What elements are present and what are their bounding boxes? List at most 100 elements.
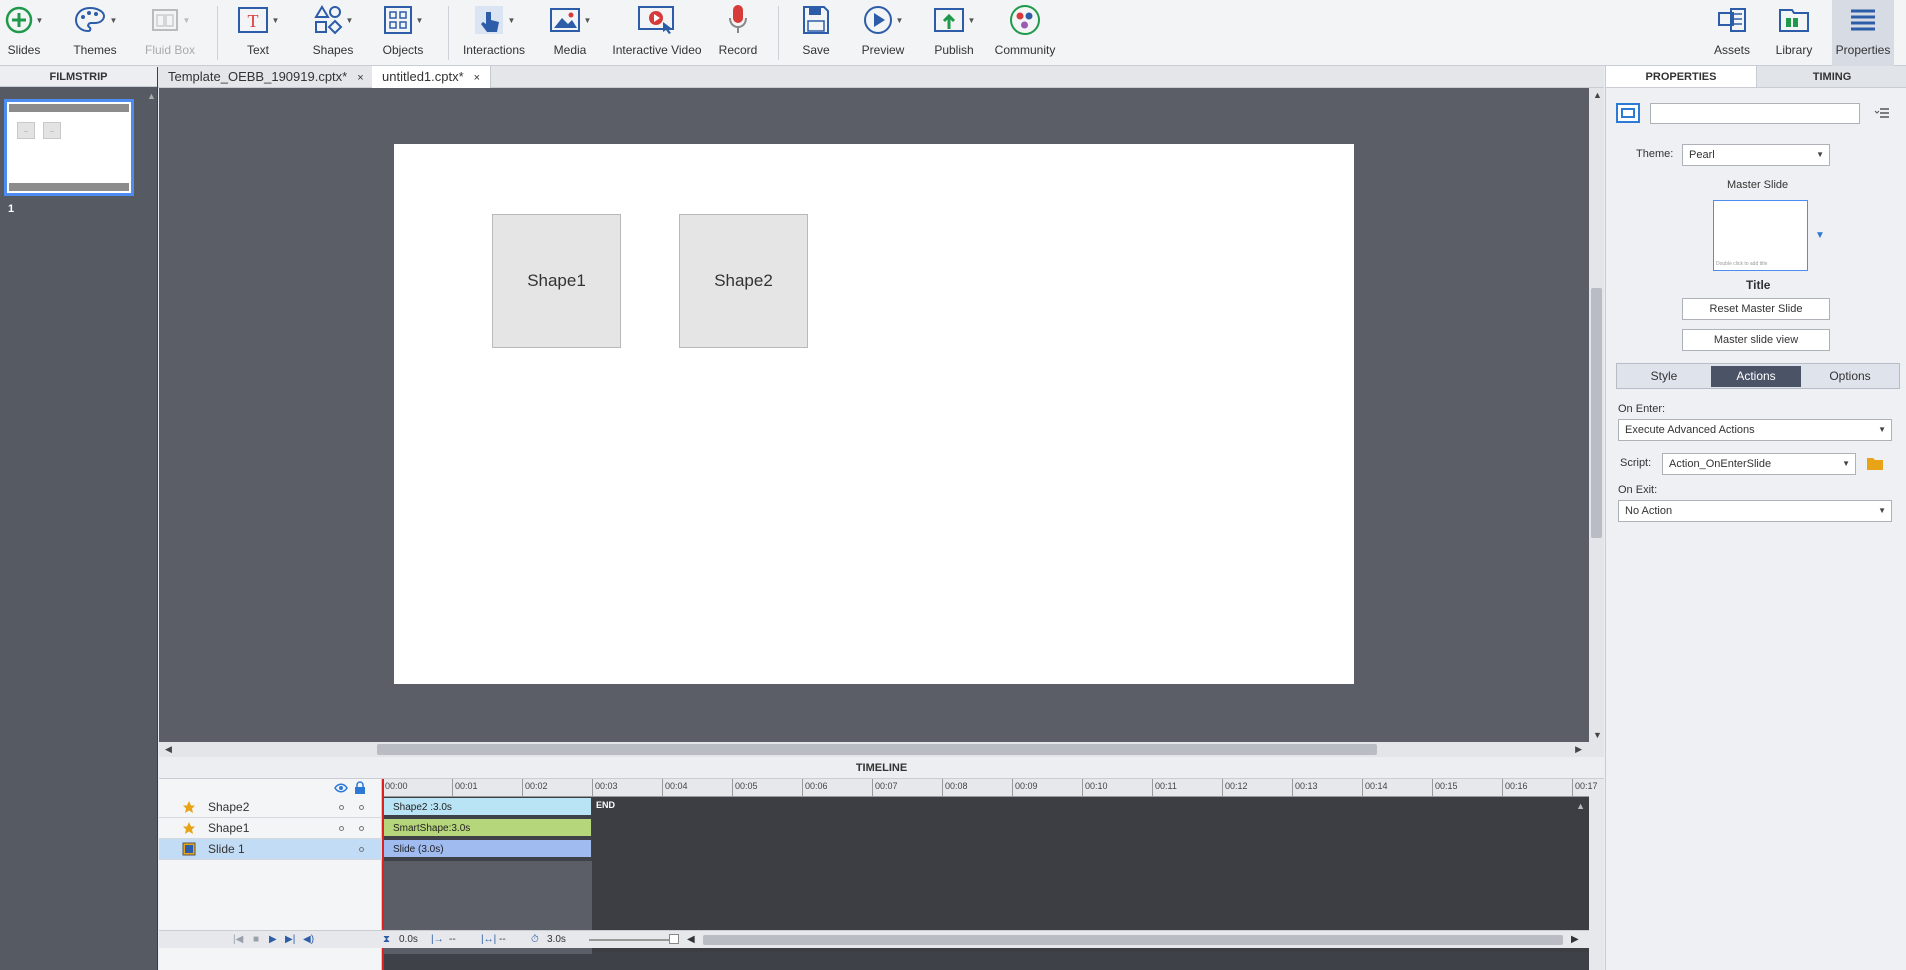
theme-select[interactable]: Pearl ▼ <box>1682 144 1830 166</box>
timeline-bar-slide[interactable]: Slide (3.0s) <box>382 839 592 858</box>
svg-text:T: T <box>247 11 258 31</box>
on-enter-select[interactable]: Execute Advanced Actions ▼ <box>1618 419 1892 441</box>
timeline-ruler[interactable]: 00:00 00:01 00:02 00:03 00:04 00:05 00:06 00:07… <box>382 779 1598 797</box>
chevron-down-icon: ▼ <box>507 15 516 25</box>
audio-icon[interactable]: ◀) <box>303 934 314 945</box>
ruler-tick-label: 00:16 <box>1505 781 1528 791</box>
chevron-down-icon: ▼ <box>1878 506 1886 515</box>
shape1[interactable]: Shape1 <box>492 214 621 348</box>
media-button[interactable]: ▼ Media <box>548 0 592 66</box>
on-exit-select[interactable]: No Action ▼ <box>1618 500 1892 522</box>
scroll-left-icon[interactable]: ◀ <box>687 934 695 945</box>
lock-icon[interactable] <box>354 781 366 794</box>
timeline-hscroll-thumb[interactable] <box>703 935 1563 945</box>
folder-icon[interactable] <box>1866 456 1884 471</box>
ruler-tick-line <box>802 779 803 797</box>
master-dropdown-icon[interactable]: ▼ <box>1815 230 1825 241</box>
objects-button[interactable]: ▼ Objects <box>380 0 426 66</box>
media-label: Media <box>553 43 587 57</box>
timeline-row-slide1[interactable]: Slide 1 <box>159 839 382 860</box>
script-select[interactable]: Action_OnEnterSlide ▼ <box>1662 453 1856 475</box>
slide-type-icon[interactable] <box>1616 103 1640 123</box>
timeline-bar-shape2[interactable]: Shape2 :3.0s <box>382 797 592 816</box>
scroll-up-icon[interactable]: ▲ <box>147 91 156 101</box>
themes-button[interactable]: ▼ Themes <box>70 0 120 66</box>
visibility-dot[interactable] <box>339 826 344 831</box>
eye-icon[interactable] <box>334 782 348 794</box>
scroll-right-icon[interactable]: ▶ <box>1575 744 1582 755</box>
community-button[interactable]: Community <box>995 0 1055 66</box>
panel-menu-icon[interactable] <box>1874 106 1890 120</box>
scroll-thumb[interactable] <box>377 744 1377 755</box>
chevron-down-icon: ▼ <box>182 15 191 25</box>
properties-button[interactable]: Properties <box>1832 0 1894 66</box>
master-slide-label: Master Slide <box>1727 179 1789 191</box>
segment-options[interactable]: Options <box>1803 366 1897 387</box>
lock-dot[interactable] <box>359 805 364 810</box>
ruler-tick-label: 00:12 <box>1225 781 1248 791</box>
master-thumb-text: Double click to add title <box>1716 261 1768 267</box>
stage-horizontal-scrollbar[interactable]: ◀ ▶ <box>159 742 1604 757</box>
timeline-bar-shape1[interactable]: SmartShape:3.0s <box>382 818 592 837</box>
interactions-button[interactable]: ▼ Interactions <box>462 0 526 66</box>
interactive-video-button[interactable]: Interactive Video <box>612 0 702 66</box>
record-button[interactable]: Record <box>718 0 758 66</box>
visibility-dot[interactable] <box>339 805 344 810</box>
shape2[interactable]: Shape2 <box>679 214 808 348</box>
interactive-video-icon <box>638 6 674 34</box>
properties-panel: PROPERTIES TIMING Theme: Pearl ▼ Master … <box>1605 66 1906 970</box>
play-icon[interactable]: ▶ <box>269 934 277 945</box>
first-frame-icon[interactable]: |◀ <box>233 934 243 945</box>
preview-button[interactable]: ▼ Preview <box>860 0 906 66</box>
tab-untitled1[interactable]: untitled1.cptx* × <box>372 66 492 88</box>
scroll-down-icon[interactable]: ▼ <box>1593 730 1602 740</box>
stage-vertical-scrollbar[interactable]: ▲ ▼ <box>1589 88 1604 742</box>
scroll-left-icon[interactable]: ◀ <box>165 744 172 755</box>
ruler-tick-line <box>1222 779 1223 797</box>
zoom-slider[interactable] <box>589 939 679 941</box>
timeline-footer: |◀ ■ ▶ ▶| ◀) ⧗ 0.0s |→ -- |↔| -- ⏱ 3.0s … <box>159 930 1589 948</box>
scroll-right-icon[interactable]: ▶ <box>1571 934 1579 945</box>
ruler-tick-line <box>1362 779 1363 797</box>
reset-master-slide-button[interactable]: Reset Master Slide <box>1682 298 1830 320</box>
publish-button[interactable]: ▼ Publish <box>930 0 978 66</box>
zoom-slider-handle[interactable] <box>669 934 679 944</box>
assets-button[interactable]: Assets <box>1712 0 1752 66</box>
slide-canvas[interactable]: Shape1 Shape2 <box>394 144 1354 684</box>
lock-dot[interactable] <box>359 847 364 852</box>
text-button[interactable]: T ▼ Text <box>235 0 281 66</box>
objects-icon <box>383 6 412 34</box>
shapes-button[interactable]: ▼ Shapes <box>310 0 356 66</box>
preview-label: Preview <box>861 43 905 57</box>
publish-icon <box>933 8 964 32</box>
library-button[interactable]: Library <box>1772 0 1816 66</box>
thumb-shape2: — <box>43 122 61 139</box>
tab-template-oebb[interactable]: Template_OEBB_190919.cptx* × <box>158 66 375 88</box>
save-button[interactable]: Save <box>798 0 834 66</box>
tab-properties[interactable]: PROPERTIES <box>1606 66 1756 88</box>
close-icon[interactable]: × <box>474 72 480 84</box>
timeline-row-shape2[interactable]: Shape2 <box>159 797 382 818</box>
master-slide-view-button[interactable]: Master slide view <box>1682 329 1830 351</box>
tab-timing[interactable]: TIMING <box>1756 66 1906 88</box>
lock-dot[interactable] <box>359 826 364 831</box>
timeline-row-shape1[interactable]: Shape1 <box>159 818 382 839</box>
master-slide-thumbnail[interactable]: Double click to add title <box>1713 200 1808 271</box>
close-icon[interactable]: × <box>357 72 363 84</box>
ruler-tick-line <box>732 779 733 797</box>
scroll-thumb[interactable] <box>1591 288 1602 538</box>
slide-thumbnail[interactable]: — — <box>4 99 134 196</box>
ruler-tick-label: 00:00 <box>385 781 408 791</box>
filmstrip-scrollbar[interactable]: ▲ <box>147 91 156 961</box>
slides-button[interactable]: ▼ Slides <box>4 0 44 66</box>
segment-style[interactable]: Style <box>1619 366 1709 387</box>
slide-name-input[interactable] <box>1650 103 1860 124</box>
scroll-up-icon[interactable]: ▲ <box>1593 90 1602 100</box>
last-frame-icon[interactable]: ▶| <box>285 934 295 945</box>
scroll-up-icon[interactable]: ▲ <box>1576 801 1585 811</box>
fluid-box-button[interactable]: ▼ Fluid Box <box>144 0 196 66</box>
community-icon <box>1010 5 1040 35</box>
ruler-tick-label: 00:15 <box>1435 781 1458 791</box>
segment-actions[interactable]: Actions <box>1711 366 1801 387</box>
stop-icon[interactable]: ■ <box>253 934 259 945</box>
